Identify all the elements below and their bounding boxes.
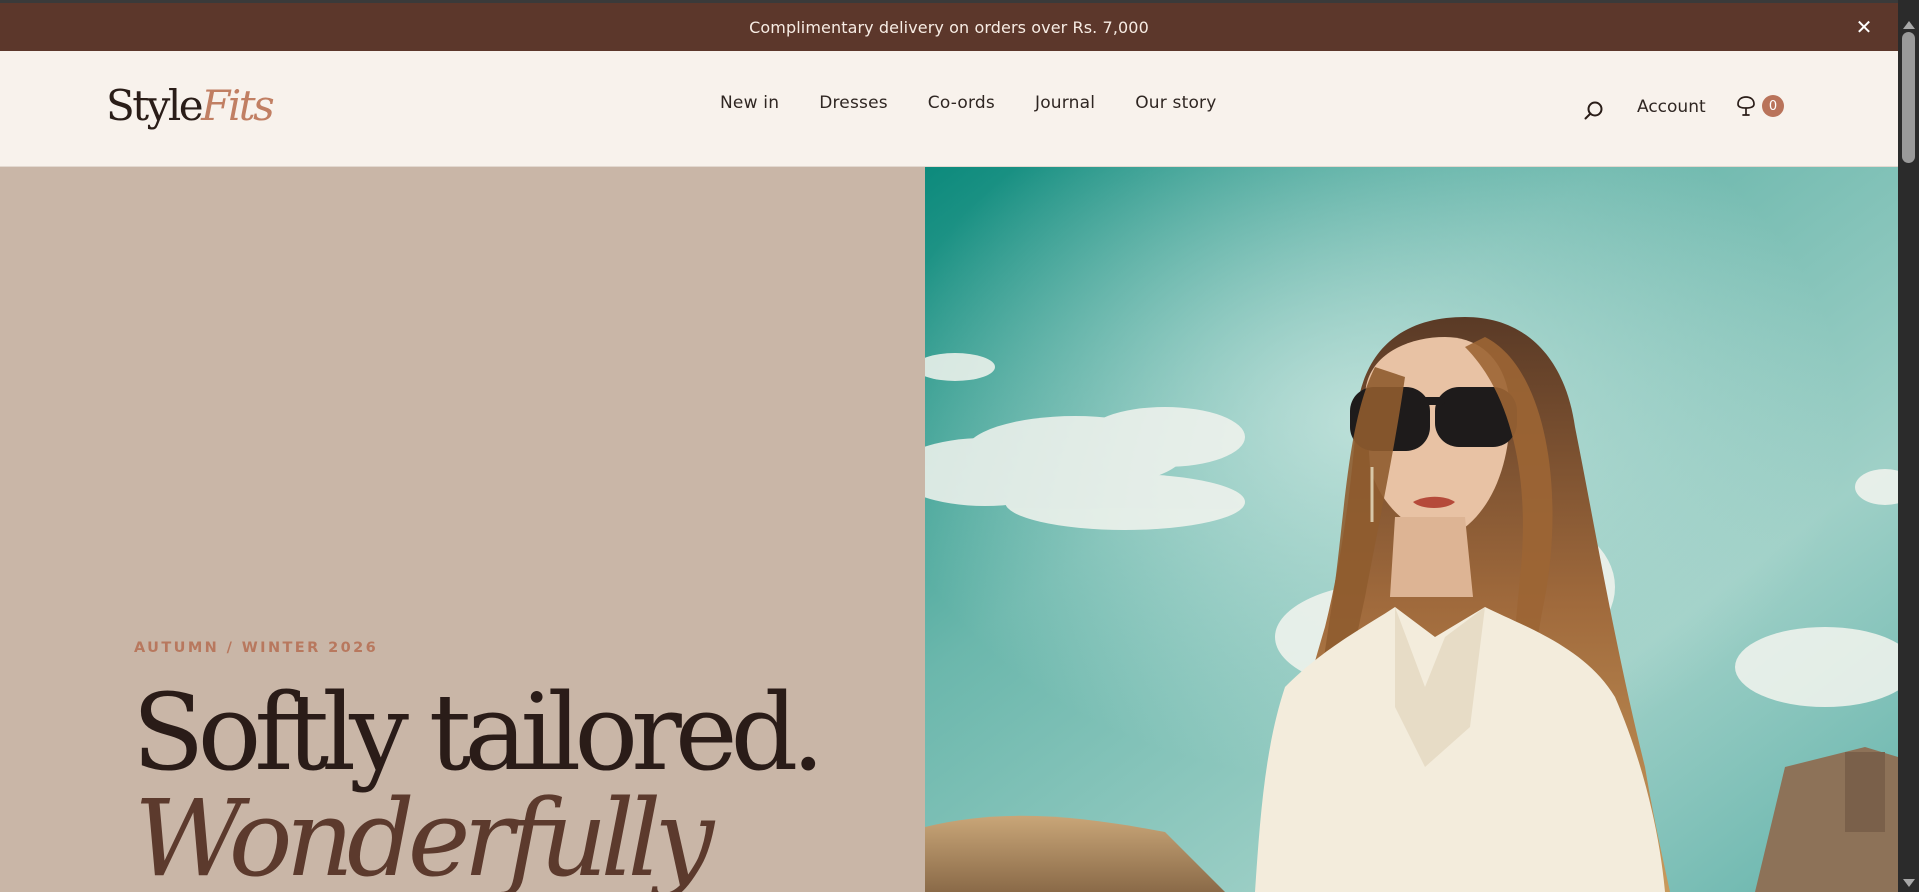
scroll-up-arrow-icon[interactable] [1898,18,1919,32]
site-logo[interactable]: StyleFits [106,81,275,131]
nav-item-journal[interactable]: Journal [1035,93,1095,113]
site-header: StyleFits New in Dresses Co-ords Journal… [0,51,1898,167]
hero-photo [925,167,1898,892]
nav-item-new-in[interactable]: New in [720,93,779,113]
hero-photo-illustration [925,167,1898,892]
cart-count-badge: 0 [1762,95,1784,117]
hero-title-line-1: Softly tailored. [132,671,825,794]
logo-style: Style [106,81,204,130]
nav-item-our-story[interactable]: Our story [1135,93,1216,113]
scroll-down-arrow-icon[interactable] [1898,876,1919,890]
hero-text-panel: AUTUMN / WINTER 2026 Softly tailored. Wo… [0,167,925,892]
main-nav: New in Dresses Co-ords Journal Our story [720,93,1217,113]
scrollbar-thumb[interactable] [1902,32,1915,163]
announcement-bar: Complimentary delivery on orders over Rs… [0,3,1898,51]
account-link[interactable]: Account [1637,97,1706,117]
hero-title-line-2: Wonderfully [134,777,714,892]
nav-item-co-ords[interactable]: Co-ords [928,93,995,113]
shopping-bag-icon[interactable] [1734,95,1758,119]
close-icon[interactable]: ✕ [1850,13,1878,41]
logo-fits: Fits [201,81,275,130]
hero-eyebrow: AUTUMN / WINTER 2026 [134,640,379,656]
nav-item-dresses[interactable]: Dresses [819,93,888,113]
search-icon[interactable] [1582,99,1606,123]
announcement-text: Complimentary delivery on orders over Rs… [749,17,1149,37]
